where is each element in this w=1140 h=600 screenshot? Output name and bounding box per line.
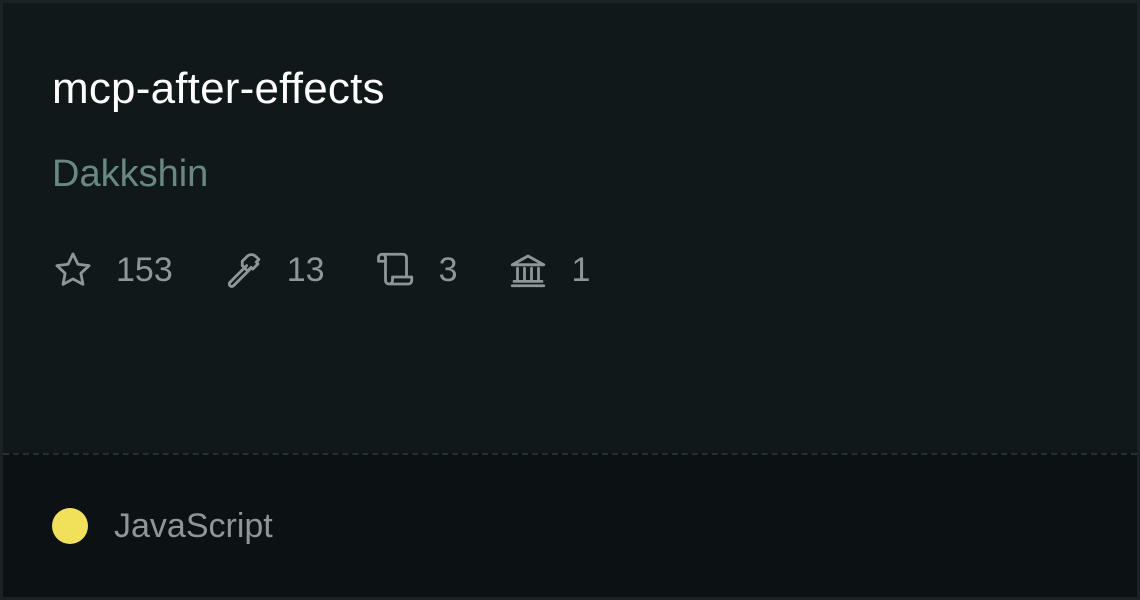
- language-name: JavaScript: [114, 507, 273, 545]
- stars-count: 153: [116, 251, 173, 289]
- repo-stats: 153 13 3 1: [52, 247, 590, 293]
- card-footer: JavaScript: [3, 453, 1137, 597]
- repo-name[interactable]: mcp-after-effects: [52, 61, 385, 117]
- bank-icon: [507, 249, 549, 291]
- stat-tools: 13: [223, 247, 325, 293]
- repo-language: JavaScript: [52, 503, 273, 549]
- stat-stars: 153: [52, 247, 173, 293]
- repo-card[interactable]: mcp-after-effects Dakkshin 153 13 3 1 Ja…: [0, 0, 1140, 600]
- institutions-count: 1: [571, 251, 591, 289]
- scripts-count: 3: [438, 251, 458, 289]
- stat-scripts: 3: [375, 247, 458, 293]
- language-color-dot: [52, 508, 88, 544]
- hammer-icon: [223, 249, 265, 291]
- stat-institutions: 1: [507, 247, 590, 293]
- star-icon: [52, 249, 94, 291]
- repo-owner[interactable]: Dakkshin: [52, 150, 208, 198]
- tools-count: 13: [286, 251, 325, 289]
- card-body: mcp-after-effects Dakkshin 153 13 3 1: [3, 3, 1137, 455]
- scroll-icon: [375, 249, 417, 291]
